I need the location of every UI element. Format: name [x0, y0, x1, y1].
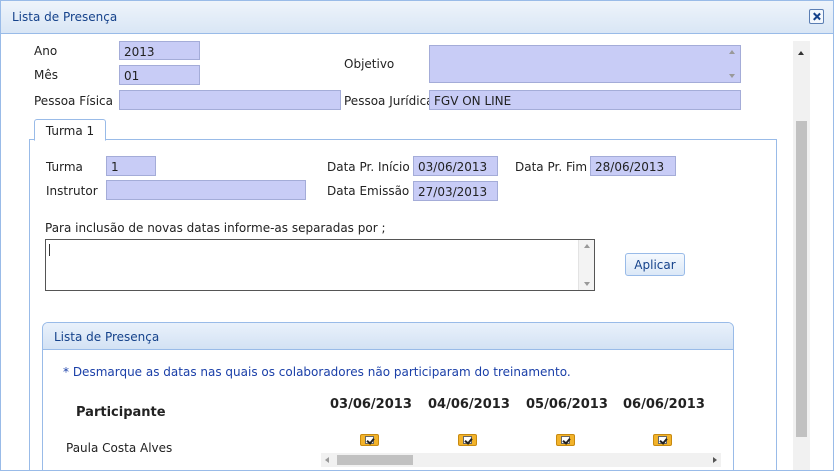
scrollbar-thumb[interactable] — [337, 455, 413, 465]
text-caret — [49, 244, 50, 256]
scrollbar-thumb[interactable] — [796, 121, 807, 437]
checkmark-icon — [561, 436, 570, 444]
novas-datas-textarea[interactable] — [45, 239, 595, 291]
pessoa-juridica-label: Pessoa Jurídica — [344, 94, 434, 108]
window-titlebar[interactable]: Lista de Presença — [1, 1, 833, 34]
window-vertical-scrollbar[interactable] — [793, 41, 810, 470]
close-icon[interactable] — [809, 9, 824, 24]
window-title: Lista de Presença — [12, 10, 118, 24]
date-column-header: 06/06/2013 — [623, 397, 705, 412]
presence-checkbox[interactable] — [360, 434, 379, 446]
novas-datas-label: Para inclusão de novas datas informe-as … — [45, 221, 386, 235]
instrutor-field[interactable] — [106, 180, 306, 200]
checkmark-icon — [463, 436, 472, 444]
scroll-left-icon[interactable] — [325, 457, 329, 463]
scroll-up-icon[interactable] — [798, 51, 804, 55]
pessoa-juridica-field[interactable]: FGV ON LINE — [429, 90, 741, 110]
objetivo-label: Objetivo — [344, 57, 395, 71]
presence-checkbox[interactable] — [653, 434, 672, 446]
checkmark-icon — [365, 436, 374, 444]
turma-label: Turma — [46, 160, 83, 174]
mes-label: Mês — [34, 68, 58, 82]
presence-checkbox[interactable] — [458, 434, 477, 446]
objetivo-scrollbar[interactable] — [724, 46, 740, 82]
window-content: Ano 2013 Mês 01 Pessoa Física Objetivo P… — [1, 35, 791, 470]
data-inicio-field[interactable]: 03/06/2013 — [413, 156, 498, 176]
scroll-down-icon[interactable] — [584, 282, 590, 286]
scroll-right-icon[interactable] — [713, 457, 717, 463]
presence-horizontal-scrollbar[interactable] — [321, 453, 721, 467]
data-fim-field[interactable]: 28/06/2013 — [590, 156, 676, 176]
date-column-header: 04/06/2013 — [428, 397, 510, 412]
data-emissao-field[interactable]: 27/03/2013 — [413, 181, 498, 201]
participant-name: Paula Costa Alves — [66, 441, 173, 455]
tab-turma-1[interactable]: Turma 1 — [34, 119, 106, 141]
presence-panel-header: Lista de Presença — [43, 323, 733, 350]
data-emissao-label: Data Emissão — [327, 184, 410, 198]
date-column-header: 03/06/2013 — [330, 397, 412, 412]
presence-hint: * Desmarque as datas nas quais os colabo… — [63, 365, 571, 379]
mes-field[interactable]: 01 — [119, 65, 200, 85]
scroll-up-icon[interactable] — [729, 50, 735, 54]
novas-datas-scrollbar[interactable] — [578, 240, 594, 290]
pessoa-fisica-label: Pessoa Física — [34, 94, 113, 108]
data-fim-label: Data Pr. Fim — [515, 160, 588, 174]
scroll-up-icon[interactable] — [584, 244, 590, 248]
ano-field[interactable]: 2013 — [119, 41, 200, 60]
presence-checkbox[interactable] — [556, 434, 575, 446]
objetivo-field[interactable] — [429, 45, 741, 83]
turma-field[interactable]: 1 — [106, 156, 156, 176]
date-column-header: 05/06/2013 — [526, 397, 608, 412]
pessoa-fisica-field[interactable] — [119, 90, 341, 110]
ano-label: Ano — [34, 44, 58, 58]
checkmark-icon — [658, 436, 667, 444]
participant-header: Participante — [76, 405, 166, 420]
presence-panel-title: Lista de Presença — [54, 330, 160, 344]
presence-window: Lista de Presença Ano 2013 Mês 01 Pessoa… — [0, 0, 834, 471]
presence-panel: Lista de Presença * Desmarque as datas n… — [42, 322, 734, 470]
apply-button[interactable]: Aplicar — [625, 253, 685, 276]
data-inicio-label: Data Pr. Início — [327, 160, 410, 174]
instrutor-label: Instrutor — [46, 184, 98, 198]
scroll-down-icon[interactable] — [729, 74, 735, 78]
